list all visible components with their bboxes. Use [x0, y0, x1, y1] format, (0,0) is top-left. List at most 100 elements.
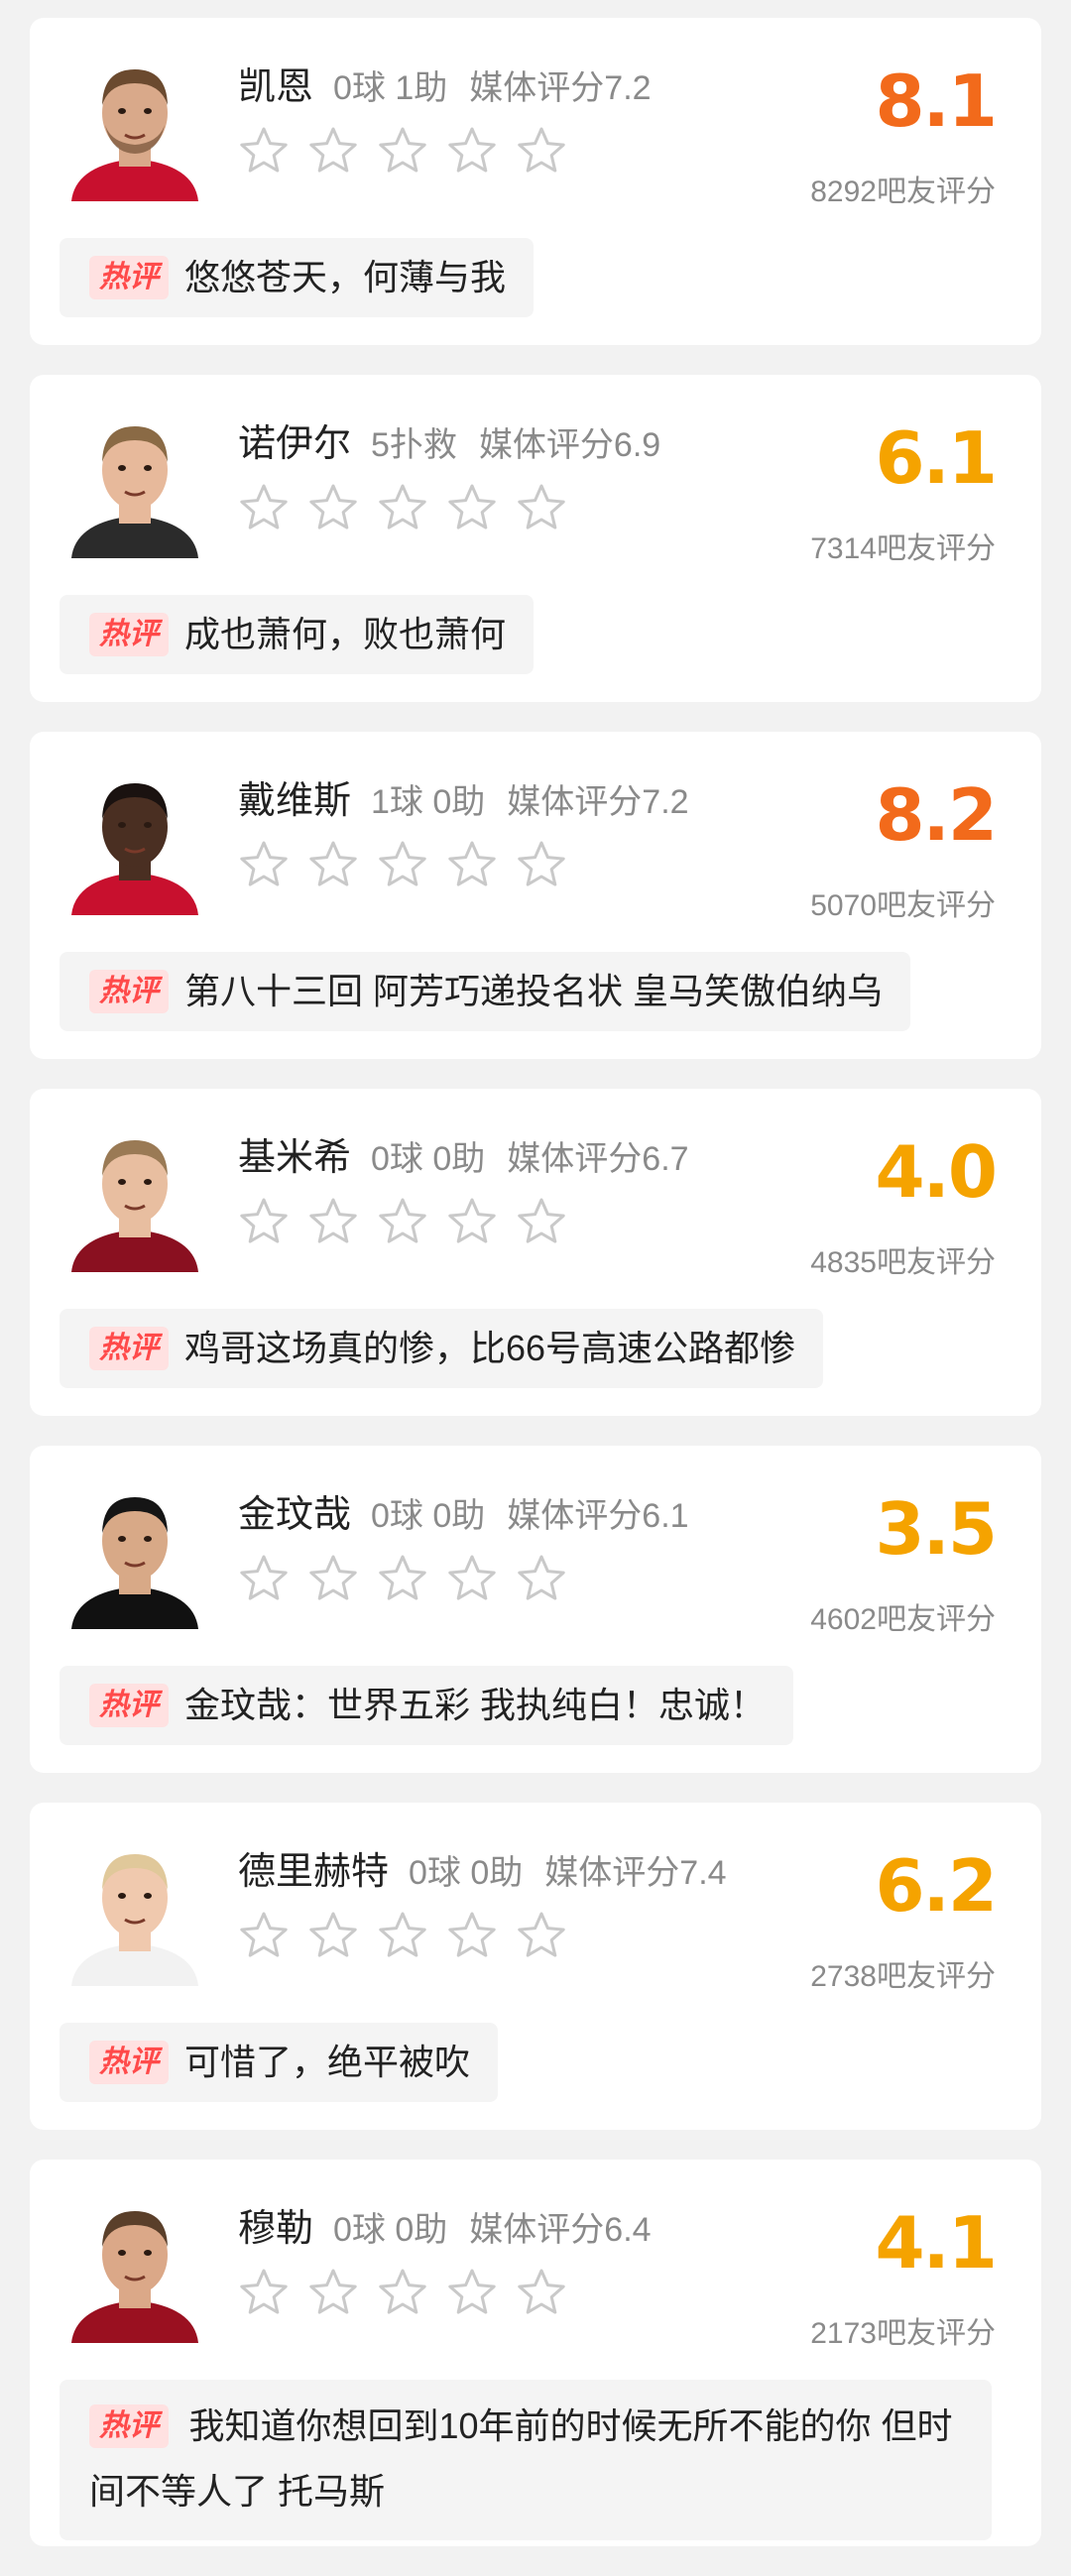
- star-rating-input[interactable]: [238, 482, 724, 533]
- hot-comment-badge: 热评: [89, 970, 169, 1013]
- player-card[interactable]: 穆勒 0球 0助 媒体评分6.4 4.1 2173吧友评分 热评 我知道你想回到…: [30, 2160, 1041, 2546]
- media-rating: 媒体评分6.1: [507, 1497, 689, 1535]
- player-info: 金玟哉 0球 0助 媒体评分6.1: [238, 1483, 724, 1604]
- player-card[interactable]: 基米希 0球 0助 媒体评分6.7 4.0 4835吧友评分 热评 鸡哥这场真的…: [30, 1089, 1041, 1416]
- star-icon[interactable]: [516, 2267, 567, 2318]
- player-info: 凯恩 0球 1助 媒体评分7.2: [238, 56, 724, 176]
- star-icon[interactable]: [307, 482, 359, 533]
- hot-comment[interactable]: 热评 金玟哉：世界五彩 我执纯白！忠诚！: [60, 1666, 794, 1745]
- hot-comment[interactable]: 热评 成也萧何，败也萧何: [60, 595, 535, 674]
- star-icon[interactable]: [446, 1196, 498, 1247]
- star-icon[interactable]: [446, 1553, 498, 1604]
- player-avatar: [61, 1475, 208, 1629]
- player-rating-list: 凯恩 0球 1助 媒体评分7.2 8.1 8292吧友评分 热评 悠悠苍天，何薄…: [30, 18, 1041, 2576]
- media-rating: 媒体评分6.7: [507, 1140, 689, 1178]
- star-icon[interactable]: [377, 2267, 428, 2318]
- media-rating: 媒体评分7.2: [469, 69, 652, 107]
- player-info: 戴维斯 1球 0助 媒体评分7.2: [238, 769, 724, 890]
- player-card[interactable]: 德里赫特 0球 0助 媒体评分7.4 6.2 2738吧友评分 热评 可惜了，绝…: [30, 1803, 1041, 2130]
- player-line: 穆勒 0球 0助 媒体评分6.4: [238, 2197, 724, 2250]
- star-icon[interactable]: [238, 2267, 290, 2318]
- hot-comment-badge: 热评: [89, 2404, 169, 2448]
- star-icon[interactable]: [377, 125, 428, 176]
- player-avatar: [61, 1832, 208, 1986]
- player-stat: 0球 1助: [333, 69, 448, 107]
- star-icon[interactable]: [238, 125, 290, 176]
- fan-score: 6.2: [875, 1844, 998, 1928]
- player-line: 凯恩 0球 1助 媒体评分7.2: [238, 56, 724, 108]
- player-line: 金玟哉 0球 0助 媒体评分6.1: [238, 1483, 724, 1536]
- star-rating-input[interactable]: [238, 1910, 724, 1961]
- star-icon[interactable]: [377, 1196, 428, 1247]
- star-rating-input[interactable]: [238, 1553, 724, 1604]
- player-card[interactable]: 戴维斯 1球 0助 媒体评分7.2 8.2 5070吧友评分 热评 第八十三回 …: [30, 732, 1041, 1059]
- star-icon[interactable]: [238, 1196, 290, 1247]
- hot-comment-text: 我知道你想回到10年前的时候无所不能的你 但时间不等人了 托马斯: [89, 2405, 953, 2512]
- star-icon[interactable]: [446, 1910, 498, 1961]
- star-icon[interactable]: [238, 1553, 290, 1604]
- player-avatar: [61, 761, 208, 915]
- star-icon[interactable]: [516, 1196, 567, 1247]
- star-icon[interactable]: [238, 839, 290, 890]
- player-avatar: [61, 2189, 208, 2343]
- star-icon[interactable]: [377, 482, 428, 533]
- media-rating: 媒体评分7.2: [507, 783, 689, 821]
- star-icon[interactable]: [516, 1910, 567, 1961]
- player-name: 德里赫特: [238, 1851, 390, 1893]
- fan-score: 8.1: [875, 59, 998, 143]
- star-rating-input[interactable]: [238, 839, 724, 890]
- star-icon[interactable]: [446, 125, 498, 176]
- player-name: 凯恩: [238, 66, 314, 108]
- hot-comment[interactable]: 热评 悠悠苍天，何薄与我: [60, 238, 535, 317]
- fan-score: 6.1: [875, 416, 998, 500]
- star-icon[interactable]: [446, 482, 498, 533]
- player-info: 穆勒 0球 0助 媒体评分6.4: [238, 2197, 724, 2318]
- fan-rating-count: 8292吧友评分: [810, 176, 996, 208]
- hot-comment-badge: 热评: [89, 256, 169, 299]
- star-icon[interactable]: [446, 839, 498, 890]
- player-card[interactable]: 诺伊尔 5扑救 媒体评分6.9 6.1 7314吧友评分 热评 成也萧何，败也萧…: [30, 375, 1041, 702]
- star-icon[interactable]: [516, 1553, 567, 1604]
- hot-comment[interactable]: 热评 第八十三回 阿芳巧递投名状 皇马笑傲伯纳乌: [60, 952, 911, 1031]
- fan-score: 8.2: [875, 773, 998, 857]
- player-card[interactable]: 金玟哉 0球 0助 媒体评分6.1 3.5 4602吧友评分 热评 金玟哉：世界…: [30, 1446, 1041, 1773]
- star-rating-input[interactable]: [238, 125, 724, 176]
- player-avatar: [61, 48, 208, 201]
- star-icon[interactable]: [377, 839, 428, 890]
- star-icon[interactable]: [238, 1910, 290, 1961]
- star-icon[interactable]: [516, 839, 567, 890]
- star-icon[interactable]: [307, 2267, 359, 2318]
- star-icon[interactable]: [307, 125, 359, 176]
- player-name: 穆勒: [238, 2208, 314, 2250]
- star-icon[interactable]: [307, 1553, 359, 1604]
- player-stat: 1球 0助: [371, 783, 486, 821]
- player-name: 金玟哉: [238, 1494, 352, 1536]
- star-icon[interactable]: [307, 839, 359, 890]
- star-icon[interactable]: [446, 2267, 498, 2318]
- player-card[interactable]: 凯恩 0球 1助 媒体评分7.2 8.1 8292吧友评分 热评 悠悠苍天，何薄…: [30, 18, 1041, 345]
- fan-score: 3.5: [875, 1487, 998, 1571]
- hot-comment[interactable]: 热评 可惜了，绝平被吹: [60, 2023, 499, 2102]
- fan-score: 4.0: [875, 1130, 998, 1214]
- star-icon[interactable]: [516, 125, 567, 176]
- star-icon[interactable]: [377, 1910, 428, 1961]
- player-stat: 0球 0助: [371, 1140, 486, 1178]
- star-icon[interactable]: [238, 482, 290, 533]
- player-stat: 0球 0助: [409, 1854, 524, 1892]
- hot-comment[interactable]: 热评 鸡哥这场真的惨，比66号高速公路都惨: [60, 1309, 824, 1388]
- fan-rating-count: 5070吧友评分: [810, 889, 996, 922]
- star-rating-input[interactable]: [238, 1196, 724, 1247]
- star-rating-input[interactable]: [238, 2267, 724, 2318]
- star-icon[interactable]: [377, 1553, 428, 1604]
- star-icon[interactable]: [516, 482, 567, 533]
- fan-rating-count: 7314吧友评分: [810, 532, 996, 565]
- player-stat: 0球 0助: [371, 1497, 486, 1535]
- hot-comment-text: 鸡哥这场真的惨，比66号高速公路都惨: [184, 1328, 796, 1368]
- star-icon[interactable]: [307, 1196, 359, 1247]
- hot-comment[interactable]: 热评 我知道你想回到10年前的时候无所不能的你 但时间不等人了 托马斯: [60, 2380, 992, 2540]
- player-stat: 5扑救: [371, 426, 457, 464]
- star-icon[interactable]: [307, 1910, 359, 1961]
- hot-comment-text: 金玟哉：世界五彩 我执纯白！忠诚！: [184, 1685, 767, 1725]
- fan-rating-count: 4602吧友评分: [810, 1603, 996, 1636]
- fan-score: 4.1: [875, 2201, 998, 2284]
